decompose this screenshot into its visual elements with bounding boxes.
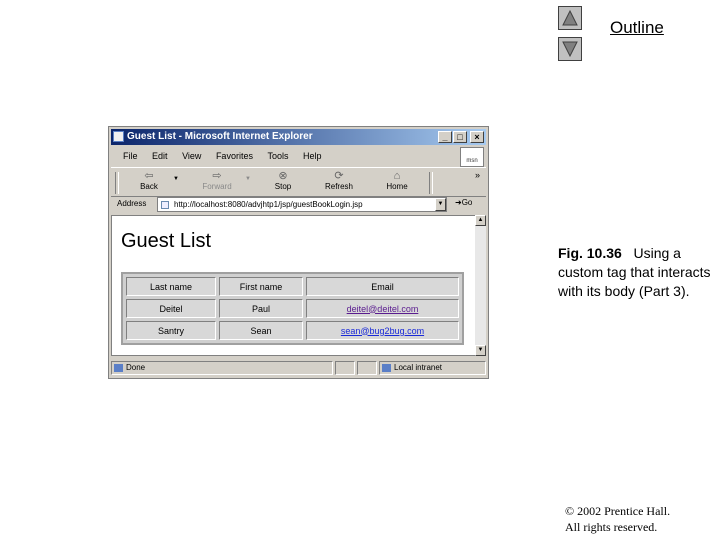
table-row: Deitel Paul deitel@deitel.com (126, 299, 459, 318)
intranet-icon (382, 364, 391, 372)
stop-label: Stop (274, 182, 292, 191)
toolbar-grip (115, 172, 119, 194)
toolbar-separator (429, 172, 433, 194)
maximize-button[interactable]: □ (453, 131, 467, 143)
forward-label: Forward (202, 182, 232, 191)
address-url: http://localhost:8080/advjhtp1/jsp/guest… (174, 200, 363, 209)
email-link[interactable]: sean@bug2bug.com (341, 326, 424, 336)
refresh-icon: ⟳ (334, 170, 344, 182)
table-header-row: Last name First name Email (126, 277, 459, 296)
email-cell: deitel@deitel.com (306, 299, 459, 318)
last-name-cell: Deitel (126, 299, 216, 318)
go-arrow-icon: ➜ (455, 198, 462, 207)
previous-slide-button[interactable] (558, 6, 582, 30)
title-bar[interactable]: Guest List - Microsoft Internet Explorer… (111, 129, 486, 145)
go-button[interactable]: ➜Go (455, 198, 472, 207)
stop-button[interactable]: ⊗ Stop (267, 170, 299, 191)
toolbar-overflow-icon[interactable]: » (475, 170, 480, 180)
address-input[interactable]: http://localhost:8080/advjhtp1/jsp/guest… (157, 197, 447, 212)
browser-window: Guest List - Microsoft Internet Explorer… (108, 126, 489, 379)
refresh-label: Refresh (324, 182, 353, 191)
last-name-cell: Santry (126, 321, 216, 340)
email-cell: sean@bug2bug.com (306, 321, 459, 340)
column-header-last-name: Last name (126, 277, 216, 296)
window-title: Guest List - Microsoft Internet Explorer (127, 131, 313, 142)
figure-caption: Fig. 10.36 Using a custom tag that inter… (558, 244, 716, 301)
column-header-email: Email (306, 277, 459, 296)
security-zone: Local intranet (379, 361, 486, 375)
page-icon (161, 201, 169, 209)
zone-label: Local intranet (394, 363, 443, 372)
column-header-first-name: First name (219, 277, 303, 296)
menu-help[interactable]: Help (303, 151, 322, 161)
address-dropdown-button[interactable]: ▼ (435, 198, 446, 211)
menu-bar: File Edit View Favorites Tools Help (111, 147, 486, 165)
vertical-scrollbar[interactable]: ▲ ▼ (475, 215, 486, 356)
address-bar: Address http://localhost:8080/advjhtp1/j… (111, 197, 486, 213)
ie-icon (113, 131, 124, 142)
window-controls: _ □ × (437, 131, 484, 143)
first-name-cell: Sean (219, 321, 303, 340)
figure-number: Fig. 10.36 (558, 245, 622, 261)
first-name-cell: Paul (219, 299, 303, 318)
menu-file[interactable]: File (123, 151, 138, 161)
guest-table: Last name First name Email Deitel Paul d… (121, 272, 464, 345)
menu-edit[interactable]: Edit (152, 151, 168, 161)
outline-link[interactable]: Outline (610, 18, 664, 38)
page-viewport: Guest List Last name First name Email De… (111, 215, 476, 356)
forward-button[interactable]: ⇨ Forward (195, 170, 239, 191)
status-bar: Done Local intranet (111, 360, 486, 376)
menu-favorites[interactable]: Favorites (216, 151, 253, 161)
email-link[interactable]: deitel@deitel.com (347, 304, 419, 314)
scroll-down-icon[interactable]: ▼ (475, 345, 486, 356)
triangle-up-icon (562, 10, 578, 26)
status-message: Done (111, 361, 333, 375)
forward-arrow-icon: ⇨ (212, 170, 222, 182)
menu-tools[interactable]: Tools (267, 151, 288, 161)
back-dropdown-icon[interactable]: ▼ (173, 176, 179, 182)
back-label: Back (140, 182, 158, 191)
address-label: Address (117, 199, 147, 208)
status-pane (357, 361, 377, 375)
rights-line: All rights reserved. (565, 520, 658, 534)
next-slide-button[interactable] (558, 37, 582, 61)
close-button[interactable]: × (470, 131, 484, 143)
page-done-icon (114, 364, 123, 372)
menu-view[interactable]: View (182, 151, 201, 161)
refresh-button[interactable]: ⟳ Refresh (319, 170, 359, 191)
copyright-line: © 2002 Prentice Hall. (565, 504, 671, 518)
forward-dropdown-icon[interactable]: ▼ (245, 176, 251, 182)
status-done: Done (126, 363, 146, 372)
home-icon: ⌂ (393, 170, 401, 182)
status-pane (335, 361, 355, 375)
page-title: Guest List (121, 230, 212, 252)
minimize-button[interactable]: _ (438, 131, 452, 143)
go-label: Go (461, 198, 473, 207)
back-button[interactable]: ⇦ Back (129, 170, 169, 191)
table-row: Santry Sean sean@bug2bug.com (126, 321, 459, 340)
home-label: Home (386, 182, 408, 191)
stop-icon: ⊗ (278, 170, 288, 182)
copyright-notice: © 2002 Prentice Hall. All rights reserve… (565, 503, 670, 535)
msn-logo-icon: msn (460, 147, 484, 167)
back-arrow-icon: ⇦ (144, 170, 154, 182)
triangle-down-icon (562, 41, 578, 57)
scroll-up-icon[interactable]: ▲ (475, 215, 486, 226)
standard-toolbar: ⇦ Back ▼ ⇨ Forward ▼ ⊗ Stop ⟳ Refresh ⌂ … (111, 167, 486, 197)
home-button[interactable]: ⌂ Home (379, 170, 415, 191)
